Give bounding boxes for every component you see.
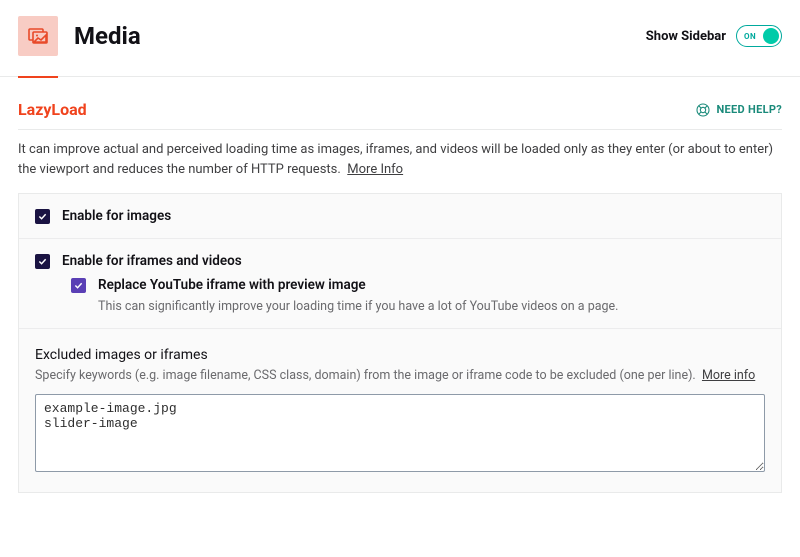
enable-iframes-checkbox[interactable] — [35, 254, 50, 269]
show-sidebar-label: Show Sidebar — [646, 29, 726, 44]
header-left: Media — [18, 16, 141, 56]
toggle-knob — [763, 28, 779, 44]
option-enable-iframes: Enable for iframes and videos Replace Yo… — [19, 239, 781, 329]
excluded-more-info-link[interactable]: More info — [702, 368, 755, 383]
enable-iframes-label: Enable for iframes and videos — [62, 253, 242, 269]
excluded-desc-text: Specify keywords (e.g. image filename, C… — [35, 368, 696, 383]
replace-youtube-desc: This can significantly improve your load… — [98, 299, 765, 314]
header-right: Show Sidebar ON — [646, 25, 782, 47]
lifebuoy-icon — [695, 102, 711, 118]
option-enable-images: Enable for images — [19, 194, 781, 239]
lazyload-section: LazyLoad NEED HELP? It can improve actua… — [0, 78, 800, 179]
replace-youtube-label: Replace YouTube iframe with preview imag… — [98, 277, 366, 293]
excluded-block: Excluded images or iframes Specify keywo… — [19, 329, 781, 492]
options-panel: Enable for images Enable for iframes and… — [18, 193, 782, 493]
more-info-link[interactable]: More Info — [347, 162, 403, 177]
replace-youtube-checkbox[interactable] — [71, 278, 86, 293]
show-sidebar-toggle[interactable]: ON — [736, 25, 782, 47]
excluded-desc: Specify keywords (e.g. image filename, C… — [35, 367, 765, 386]
check-icon — [38, 212, 47, 221]
need-help-link[interactable]: NEED HELP? — [695, 102, 783, 118]
page-title: Media — [74, 22, 141, 50]
excluded-textarea[interactable] — [35, 394, 765, 472]
section-description: It can improve actual and perceived load… — [18, 140, 782, 179]
check-icon — [38, 257, 47, 266]
need-help-label: NEED HELP? — [717, 103, 783, 116]
excluded-title: Excluded images or iframes — [35, 347, 765, 363]
section-header: LazyLoad NEED HELP? — [18, 100, 782, 130]
section-title: LazyLoad — [18, 100, 87, 119]
option-replace-youtube: Replace YouTube iframe with preview imag… — [71, 277, 765, 314]
enable-images-checkbox[interactable] — [35, 209, 50, 224]
media-icon — [18, 16, 58, 56]
enable-images-label: Enable for images — [62, 208, 171, 224]
check-icon — [74, 281, 83, 290]
toggle-state-text: ON — [744, 32, 756, 41]
page-header: Media Show Sidebar ON — [0, 0, 800, 77]
